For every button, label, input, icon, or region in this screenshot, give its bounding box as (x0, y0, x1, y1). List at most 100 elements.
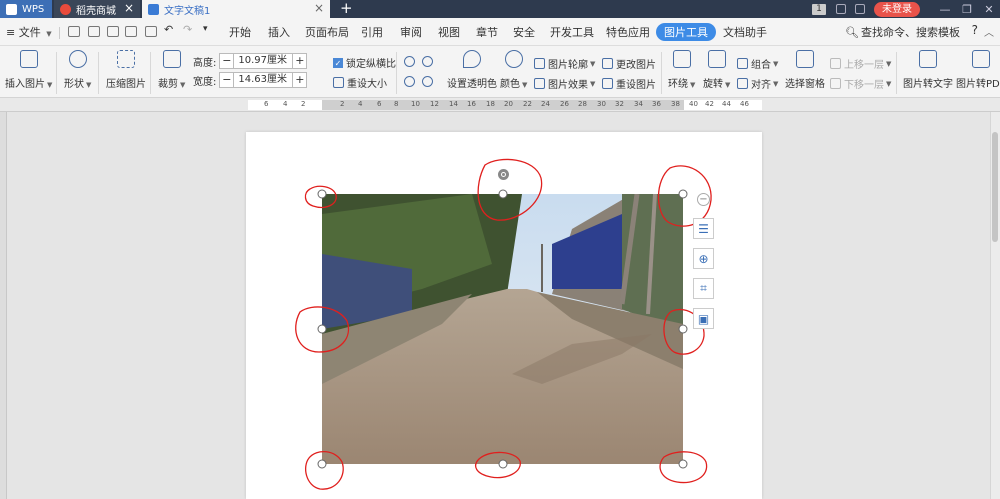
zoom-in-icon[interactable]: ⊕ (693, 248, 714, 269)
picture-settings-icon[interactable]: ▣ (693, 308, 714, 329)
layout-options-icon[interactable]: ☰ (693, 218, 714, 239)
print-icon[interactable] (107, 26, 119, 37)
crop-icon[interactable]: ⌗ (693, 278, 714, 299)
insert-picture-button[interactable]: 插入图片 ▼ (5, 50, 52, 90)
window-count-badge[interactable]: 1 (812, 3, 826, 15)
scrollbar-thumb[interactable] (992, 132, 998, 242)
tab-wps[interactable]: WPS (0, 0, 52, 18)
insert-picture-icon (19, 50, 38, 68)
close-tab-icon[interactable]: × (124, 1, 134, 15)
file-menu-label: 文件 (18, 26, 41, 39)
minimize-icon[interactable]: — (934, 3, 956, 16)
resize-handle-top-left[interactable] (317, 189, 327, 199)
resize-handle-bottom[interactable] (498, 459, 508, 469)
skin-icon[interactable] (836, 4, 846, 14)
picture-to-text-button[interactable]: 图片转文字 (903, 50, 953, 90)
search-label: 查找命令、搜索模板 (861, 26, 960, 39)
close-tab-icon[interactable]: × (314, 1, 324, 15)
reset-size-button[interactable]: 重设大小 (333, 75, 387, 90)
picture-effect-button[interactable]: 图片效果 ▼ (534, 76, 595, 91)
menu-security[interactable]: 安全 (513, 24, 535, 40)
color-icon (504, 50, 523, 68)
picture-to-pdf-button[interactable]: 图片转PDF (956, 50, 1000, 90)
tab-document[interactable]: 文字文稿1 × (142, 0, 330, 18)
menu-picture-tools[interactable]: 图片工具 (656, 23, 716, 41)
picture-outline-button[interactable]: 图片轮廓 ▼ (534, 56, 595, 71)
wrap-button[interactable]: 环绕 ▼ (668, 50, 695, 90)
redo-icon[interactable]: ↷ (183, 23, 192, 36)
maximize-icon[interactable]: ❐ (956, 3, 978, 16)
divider (150, 52, 151, 94)
brightness-down-icon[interactable] (404, 76, 418, 87)
crop-button[interactable]: 裁剪 ▼ (158, 50, 185, 90)
undo-icon[interactable]: ↶ (164, 23, 173, 36)
menu-review[interactable]: 审阅 (400, 24, 422, 40)
horizontal-ruler[interactable]: 6 4 2 2 4 6 8 10 12 14 16 18 20 22 24 26 28 30 32 34 36 38 40 4… (0, 98, 1000, 112)
menu-start[interactable]: 开始 (229, 24, 251, 40)
preview-icon[interactable] (125, 26, 137, 37)
menu-developer-tools[interactable]: 开发工具 (550, 24, 594, 40)
menu-doc-assistant[interactable]: 文档助手 (723, 24, 767, 40)
menu-special-apps[interactable]: 特色应用 (606, 24, 650, 40)
set-transparent-color-button[interactable]: 设置透明色 (447, 50, 497, 90)
width-increment-button[interactable]: + (292, 72, 308, 88)
shirt-icon[interactable] (855, 4, 865, 14)
file-menu[interactable]: ≡ 文件 ▼ (6, 24, 52, 40)
menu-view[interactable]: 视图 (438, 24, 460, 40)
close-window-icon[interactable]: ✕ (978, 3, 1000, 16)
login-button[interactable]: 未登录 (874, 1, 920, 17)
resize-handle-bottom-left[interactable] (317, 459, 327, 469)
collapse-ribbon-icon[interactable]: ︿ (984, 24, 994, 39)
width-input[interactable]: 14.63厘米 (234, 72, 293, 88)
resize-handle-left[interactable] (317, 324, 327, 334)
change-picture-button[interactable]: 更改图片 (602, 56, 656, 71)
shape-button[interactable]: 形状 ▼ (64, 50, 91, 90)
width-label: 宽度: (193, 76, 217, 88)
menu-chapter[interactable]: 章节 (476, 24, 498, 40)
height-increment-button[interactable]: + (292, 53, 308, 69)
menu-page-layout[interactable]: 页面布局 (305, 24, 349, 40)
open-icon[interactable] (68, 26, 80, 37)
bring-forward-button[interactable]: 上移一层 ▼ (830, 56, 891, 71)
lock-aspect-ratio-checkbox[interactable]: ✓ 锁定纵横比 (333, 55, 396, 70)
quick-access-dropdown-icon[interactable]: ▾ (203, 24, 208, 34)
contrast-up-icon[interactable] (422, 56, 436, 67)
rotate-button[interactable]: 旋转 ▼ (703, 50, 730, 90)
resize-handle-top[interactable] (498, 189, 508, 199)
title-bar-right: 1 未登录 — ❐ ✕ (812, 0, 1000, 18)
height-input[interactable]: 10.97厘米 (234, 53, 293, 69)
group-button[interactable]: 组合 ▼ (737, 56, 778, 71)
menu-insert[interactable]: 插入 (268, 24, 290, 40)
new-tab-button[interactable]: + (340, 0, 353, 17)
resize-handle-right[interactable] (678, 324, 688, 334)
align-button[interactable]: 对齐 ▼ (737, 76, 778, 91)
tab-docer-store[interactable]: 稻壳商城 × (54, 0, 140, 18)
width-decrement-button[interactable]: − (219, 72, 235, 88)
vertical-ruler[interactable] (0, 112, 7, 499)
color-button[interactable]: 颜色 ▼ (500, 50, 527, 90)
tab-label: 稻壳商城 (76, 5, 116, 17)
align-icon (737, 78, 748, 89)
command-search[interactable]: 🔍︎ 查找命令、搜索模板 (845, 24, 960, 40)
selected-picture[interactable] (322, 194, 683, 464)
document-icon (148, 3, 159, 15)
compress-picture-label: 压缩图片 (106, 79, 146, 90)
collapse-tools-icon[interactable]: − (697, 193, 710, 206)
export-pdf-icon[interactable] (145, 26, 157, 37)
save-icon[interactable] (88, 26, 100, 37)
send-backward-button[interactable]: 下移一层 ▼ (830, 76, 891, 91)
resize-handle-top-right[interactable] (678, 189, 688, 199)
selection-pane-button[interactable]: 选择窗格 (785, 50, 825, 90)
rotate-handle-icon[interactable] (498, 169, 509, 180)
contrast-down-icon[interactable] (422, 76, 436, 87)
reset-picture-button[interactable]: 重设图片 (602, 76, 656, 91)
brightness-up-icon[interactable] (404, 56, 418, 67)
change-picture-icon (602, 58, 613, 69)
menu-references[interactable]: 引用 (361, 24, 383, 40)
insert-picture-label: 插入图片 (5, 79, 45, 90)
resize-handle-bottom-right[interactable] (678, 459, 688, 469)
help-icon[interactable]: ? (972, 23, 978, 37)
vertical-scrollbar[interactable] (990, 112, 1000, 499)
height-decrement-button[interactable]: − (219, 53, 235, 69)
compress-picture-button[interactable]: 压缩图片 (106, 50, 146, 90)
